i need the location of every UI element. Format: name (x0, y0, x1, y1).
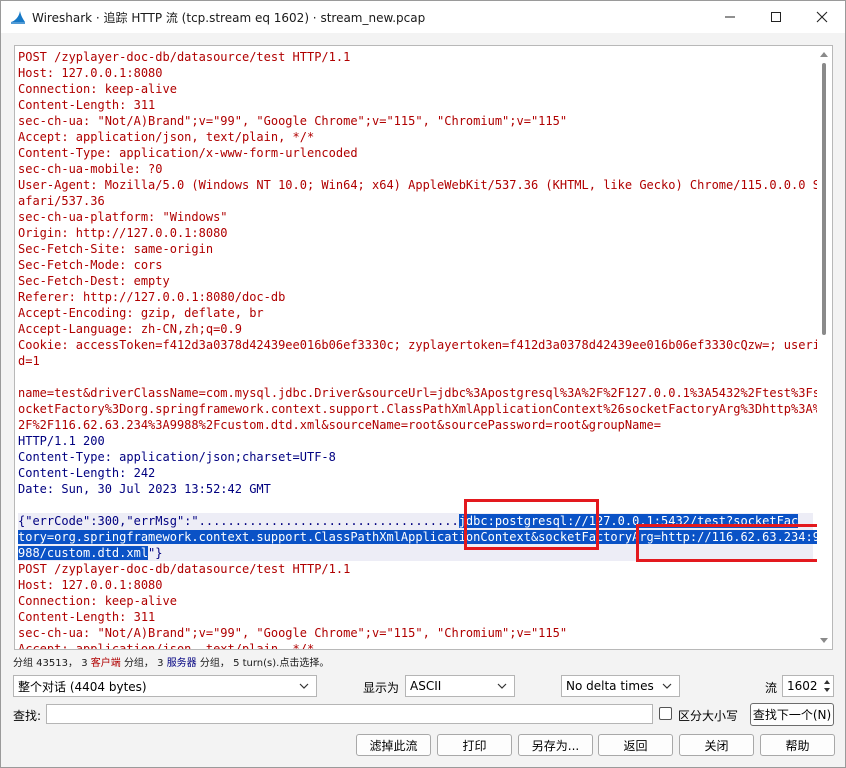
wireshark-fin-icon (11, 11, 25, 24)
stream-line: Accept: application/json, text/plain, */… (18, 642, 315, 650)
stream-line: Sec-Fetch-Site: same-origin (18, 242, 214, 256)
button-row: 滤掉此流 打印 另存为... 返回 关闭 帮助 (1, 734, 846, 758)
close-button[interactable]: 关闭 (679, 734, 754, 756)
stream-line: Date: Sun, 30 Jul 2023 13:52:42 GMT (18, 482, 271, 496)
case-sensitive-checkbox[interactable] (659, 707, 672, 720)
stream-line: Sec-Fetch-Mode: cors (18, 258, 163, 272)
stream-line: afari/537.36 (18, 194, 105, 208)
stream-line: name=test&driverClassName=com.mysql.jdbc… (18, 386, 820, 400)
selected-text: 988/custom.dtd.xml (18, 546, 149, 560)
find-input[interactable] (46, 704, 653, 724)
stream-content-pane[interactable]: POST /zyplayer-doc-db/datasource/test HT… (14, 45, 833, 650)
spin-arrows-icon[interactable] (822, 677, 832, 695)
stream-number-spinbox[interactable]: 1602 (782, 675, 834, 697)
maximize-icon (771, 12, 781, 22)
stream-label: 流 (765, 681, 778, 695)
status-server-count: 3 (157, 658, 164, 669)
stream-line (18, 369, 813, 385)
status-client-count: 3 (81, 658, 88, 669)
stream-line: Connection: keep-alive (18, 82, 177, 96)
save-as-button[interactable]: 另存为... (518, 734, 593, 756)
chevron-down-icon (662, 683, 672, 689)
find-next-button[interactable]: 查找下一个(N) (750, 703, 834, 726)
stream-line: Content-Type: application/x-www-form-url… (18, 146, 358, 160)
help-button[interactable]: 帮助 (760, 734, 835, 756)
status-sep-1: 分组， (123, 658, 154, 669)
find-row: 查找: 区分大小写 查找下一个(N) (1, 703, 846, 728)
delta-times-value: No delta times (566, 679, 654, 693)
close-window-button[interactable] (799, 1, 845, 33)
stream-line: Sec-Fetch-Dest: empty (18, 274, 170, 288)
status-turns: 5 turn(s).点击选择。 (233, 658, 330, 669)
window-controls (707, 1, 845, 33)
chevron-down-icon (299, 683, 309, 689)
stream-number-value: 1602 (787, 679, 818, 693)
window-title: Wireshark · 追踪 HTTP 流 (tcp.stream eq 160… (32, 10, 426, 25)
stream-line (18, 497, 813, 513)
chevron-down-icon (497, 683, 507, 689)
stream-line: Content-Length: 242 (18, 466, 156, 480)
selected-text: tory=org.springframework.context.support… (18, 530, 820, 544)
stream-line: Host: 127.0.0.1:8080 (18, 578, 163, 592)
show-as-select[interactable]: ASCII (405, 675, 515, 697)
status-client-label: 客户端 (90, 658, 121, 669)
response-body-text: "} (148, 546, 163, 560)
filter-out-button[interactable]: 滤掉此流 (356, 734, 431, 756)
stream-line: User-Agent: Mozilla/5.0 (Windows NT 10.0… (18, 178, 820, 192)
stream-line: HTTP/1.1 200 (18, 434, 105, 448)
stream-line: Host: 127.0.0.1:8080 (18, 66, 163, 80)
stream-line: Accept-Language: zh-CN,zh;q=0.9 (18, 322, 242, 336)
options-row: 整个对话 (4404 bytes) 显示为 ASCII No delta tim… (1, 675, 846, 699)
title-bar: Wireshark · 追踪 HTTP 流 (tcp.stream eq 160… (1, 1, 845, 33)
stream-line: Connection: keep-alive (18, 594, 177, 608)
selected-text: jdbc:postgresql://127.0.0.1:5432/test?so… (458, 514, 799, 528)
stream-line: Accept: application/json, text/plain, */… (18, 130, 315, 144)
stream-line: POST /zyplayer-doc-db/datasource/test HT… (18, 50, 351, 64)
stream-line: sec-ch-ua: "Not/A)Brand";v="99", "Google… (18, 114, 568, 128)
close-icon (816, 11, 828, 23)
stream-line: 988/custom.dtd.xml"} (18, 545, 813, 561)
stream-line: {"errCode":300,"errMsg":"...............… (18, 513, 813, 529)
show-as-label: 显示为 (363, 681, 400, 695)
stream-line: sec-ch-ua-platform: "Windows" (18, 210, 228, 224)
response-body-text: {"errCode":300,"errMsg":"...............… (18, 514, 459, 528)
case-sensitive-label: 区分大小写 (678, 709, 739, 723)
delta-times-select[interactable]: No delta times (561, 675, 680, 697)
show-as-value: ASCII (410, 679, 442, 693)
stream-line: tory=org.springframework.context.support… (18, 529, 820, 545)
stream-line: Content-Type: application/json;charset=U… (18, 450, 336, 464)
status-server-label: 服务器 (166, 658, 197, 669)
scrollbar-thumb[interactable] (822, 63, 826, 335)
conversation-select-value: 整个对话 (4404 bytes) (18, 679, 147, 694)
stream-line: Content-Length: 311 (18, 98, 156, 112)
maximize-button[interactable] (753, 1, 799, 33)
minimize-icon (725, 16, 735, 18)
stream-line: ocketFactory%3Dorg.springframework.conte… (18, 402, 820, 416)
stream-line: 2F%2F116.62.63.234%3A9988%2Fcustom.dtd.x… (18, 418, 661, 432)
stream-line: sec-ch-ua-mobile: ?0 (18, 162, 163, 176)
minimize-button[interactable] (707, 1, 753, 33)
stream-line: Referer: http://127.0.0.1:8080/doc-db (18, 290, 286, 304)
stream-line: d=1 (18, 354, 40, 368)
status-summary: 分组 43513， 3 客户端 分组， 3 服务器 分组， 5 turn(s).… (13, 654, 329, 669)
find-label: 查找: (13, 709, 42, 723)
stream-line: sec-ch-ua: "Not/A)Brand";v="99", "Google… (18, 626, 568, 640)
scroll-down-icon[interactable] (820, 638, 828, 643)
stream-line: Cookie: accessToken=f412d3a0378d42439ee0… (18, 338, 820, 352)
stream-line: Content-Length: 311 (18, 610, 156, 624)
print-button[interactable]: 打印 (437, 734, 512, 756)
stream-line: Origin: http://127.0.0.1:8080 (18, 226, 228, 240)
vertical-scrollbar[interactable] (817, 47, 831, 648)
status-packets: 分组 43513， (13, 658, 78, 669)
follow-stream-window: Wireshark · 追踪 HTTP 流 (tcp.stream eq 160… (0, 0, 846, 768)
conversation-select[interactable]: 整个对话 (4404 bytes) (13, 675, 317, 697)
scroll-up-icon[interactable] (820, 52, 828, 57)
back-button[interactable]: 返回 (598, 734, 673, 756)
stream-text[interactable]: POST /zyplayer-doc-db/datasource/test HT… (18, 49, 820, 650)
stream-line: Accept-Encoding: gzip, deflate, br (18, 306, 264, 320)
status-sep-2: 分组， (199, 658, 230, 669)
stream-line: POST /zyplayer-doc-db/datasource/test HT… (18, 562, 351, 576)
